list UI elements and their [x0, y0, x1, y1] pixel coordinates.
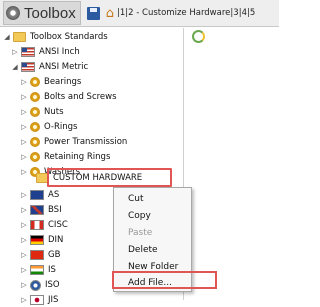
tree-label: JIS: [48, 295, 59, 305]
collapse-arrow-icon[interactable]: ▷: [20, 191, 28, 199]
tree-item-nuts[interactable]: ▷ Nuts: [20, 105, 64, 119]
tree-item-is[interactable]: ▷ IS: [20, 263, 56, 277]
collapse-arrow-icon[interactable]: ▷: [20, 296, 28, 304]
gear-icon: [30, 77, 40, 87]
collapse-arrow-icon[interactable]: ▷: [20, 281, 28, 289]
collapse-arrow-icon[interactable]: ▷: [20, 236, 28, 244]
tree-item-iso[interactable]: ▷ ISO: [20, 278, 60, 292]
tree-label: BSI: [48, 205, 62, 215]
tree-label: ISO: [45, 280, 60, 290]
iso-globe-icon: [30, 279, 41, 291]
tree-label: Toolbox Standards: [30, 32, 108, 42]
menu-item-copy[interactable]: Copy: [114, 208, 191, 224]
home-icon[interactable]: ⌂: [106, 6, 114, 21]
expand-arrow-icon[interactable]: ◢: [3, 33, 11, 41]
tree-label: ANSI Inch: [39, 47, 80, 57]
us-flag-icon: [21, 47, 35, 57]
custom-hardware-highlight: [47, 168, 172, 187]
ca-flag-icon: [30, 220, 44, 230]
tab-2[interactable]: 2 - Customize Hardware: [128, 8, 230, 18]
tree-label: Retaining Rings: [44, 152, 111, 162]
tab-bar: | 1 | 2 - Customize Hardware | 3 | 4 | 5: [116, 8, 256, 18]
collapse-arrow-icon[interactable]: ▷: [20, 93, 28, 101]
uk-flag-icon: [30, 205, 44, 215]
folder-icon: [13, 32, 26, 42]
gear-logo-icon: [6, 6, 20, 20]
collapse-arrow-icon[interactable]: ▷: [11, 48, 19, 56]
expand-arrow-icon[interactable]: ◢: [11, 63, 19, 71]
collapse-arrow-icon[interactable]: ▷: [20, 108, 28, 116]
tree-item-cisc[interactable]: ▷ CISC: [20, 218, 68, 232]
save-icon[interactable]: [86, 6, 100, 20]
tree-label: DIN: [48, 235, 64, 245]
toolbar: Toolbox ⌂ | 1 | 2 - Customize Hardware |…: [0, 0, 279, 27]
au-flag-icon: [30, 190, 44, 200]
tree-label: ANSI Metric: [39, 62, 89, 72]
menu-item-cut[interactable]: Cut: [114, 191, 191, 207]
collapse-arrow-icon[interactable]: ▷: [20, 266, 28, 274]
collapse-arrow-icon[interactable]: ▷: [20, 168, 28, 176]
tree-item-power[interactable]: ▷ Power Transmission: [20, 135, 127, 149]
tree-item-bsi[interactable]: ▷ BSI: [20, 203, 62, 217]
tree-label: Bearings: [44, 77, 82, 87]
collapse-arrow-icon[interactable]: ▷: [20, 138, 28, 146]
tree-label: Power Transmission: [44, 137, 128, 147]
tree-label: O-Rings: [44, 122, 78, 132]
add-file-highlight: [112, 271, 217, 289]
cn-flag-icon: [30, 250, 44, 260]
tree-item-gb[interactable]: ▷ GB: [20, 248, 60, 262]
tree-label: AS: [48, 190, 60, 200]
toolbox-logo: Toolbox: [3, 1, 81, 25]
tree-item-jis[interactable]: ▷ JIS: [20, 293, 58, 307]
menu-item-delete[interactable]: Delete: [114, 242, 191, 258]
us-flag-icon: [21, 62, 35, 72]
tree-item-bearings[interactable]: ▷ Bearings: [20, 75, 81, 89]
collapse-arrow-icon[interactable]: ▷: [20, 251, 28, 259]
collapse-arrow-icon[interactable]: ▷: [20, 78, 28, 86]
collapse-arrow-icon[interactable]: ▷: [20, 206, 28, 214]
gear-icon: [30, 137, 40, 147]
tree-item-retaining[interactable]: ▷ Retaining Rings: [20, 150, 110, 164]
refresh-icon[interactable]: [192, 30, 205, 43]
tree-item-ansi-metric[interactable]: ◢ ANSI Metric: [11, 60, 88, 74]
right-pane: [188, 28, 279, 300]
tree-item-orings[interactable]: ▷ O-Rings: [20, 120, 77, 134]
gear-icon: [30, 92, 40, 102]
jp-flag-icon: [30, 295, 44, 305]
tree-label: Nuts: [44, 107, 64, 117]
logo-text: Toolbox: [24, 4, 76, 22]
gear-icon: [30, 152, 40, 162]
tab-5[interactable]: 5: [250, 8, 255, 18]
tree-item-ansi-inch[interactable]: ▷ ANSI Inch: [11, 45, 80, 59]
tree-label: IS: [48, 265, 56, 275]
tree-label: Bolts and Screws: [44, 92, 117, 102]
collapse-arrow-icon[interactable]: ▷: [20, 221, 28, 229]
de-flag-icon: [30, 235, 44, 245]
tree-label: GB: [48, 250, 61, 260]
collapse-arrow-icon[interactable]: ▷: [20, 123, 28, 131]
gear-icon: [30, 107, 40, 117]
tree-item-din[interactable]: ▷ DIN: [20, 233, 63, 247]
gear-icon: [30, 122, 40, 132]
tree-item-root[interactable]: ◢ Toolbox Standards: [3, 30, 108, 44]
in-flag-icon: [30, 265, 44, 275]
tree-item-bolts[interactable]: ▷ Bolts and Screws: [20, 90, 117, 104]
tree-item-as[interactable]: ▷ AS: [20, 188, 59, 202]
menu-item-paste[interactable]: Paste: [114, 225, 191, 241]
collapse-arrow-icon[interactable]: ▷: [20, 153, 28, 161]
tree-label: CISC: [48, 220, 68, 230]
